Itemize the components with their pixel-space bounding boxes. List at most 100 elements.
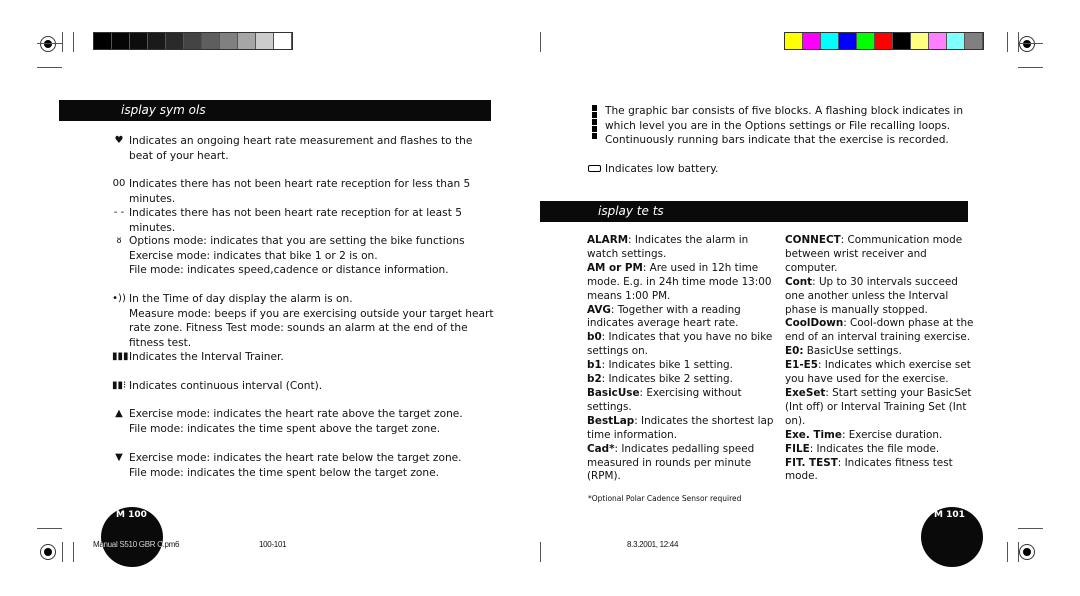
gray-swatch (220, 33, 238, 49)
battery-icon (588, 165, 601, 172)
display-text-entry: BestLap: Indicates the shortest lap time… (587, 415, 777, 443)
definition: : Indicates bike 2 setting. (601, 373, 733, 386)
definition: : Indicates the file mode. (809, 442, 940, 455)
registration-mark-icon (40, 544, 56, 560)
display-texts-column-1: ALARM: Indicates the alarm in watch sett… (587, 234, 777, 484)
symbol-description: Indicates there has not been heart rate … (129, 207, 462, 234)
term: ALARM (587, 234, 629, 246)
symbol-entry: ᴕ Options mode: indicates that you are se… (112, 234, 497, 278)
display-text-entry: Cad*: Indicates pedalling speed measured… (587, 443, 777, 485)
definition: BasicUse settings. (803, 345, 902, 358)
symbol-entry: - - Indicates there has not been heart ra… (112, 206, 497, 235)
display-text-entry: b1: Indicates bike 1 setting. (587, 359, 777, 373)
display-text-entry: E0: BasicUse settings. (785, 345, 975, 359)
term: BasicUse (587, 386, 640, 399)
color-swatch (857, 33, 875, 49)
display-text-entry: AM or PM: Are used in 12h time mode. E.g… (587, 262, 777, 304)
display-text-entry: CoolDown: Cool-down phase at the end of … (785, 317, 975, 345)
symbol-entry: 00 Indicates there has not been heart rat… (112, 177, 497, 206)
term: Exe. Time (785, 428, 842, 441)
graphic-bar-text: The graphic bar consists of five blocks.… (605, 105, 964, 146)
section-heading-bar: isplay sym ols (59, 100, 491, 121)
display-text-entry: Exe. Time: Exercise duration. (785, 429, 975, 443)
symbol-description: Indicates there has not been heart rate … (129, 178, 471, 205)
term: b0 (587, 331, 602, 344)
term: Cont (785, 275, 813, 288)
color-swatch (965, 33, 983, 49)
term: CoolDown (785, 317, 844, 330)
color-swatch (893, 33, 911, 49)
term: FILE (785, 442, 810, 455)
term: E0: (785, 345, 804, 358)
term: AVG (587, 303, 611, 316)
term: E1-E5 (785, 359, 818, 372)
term: BestLap (587, 414, 635, 427)
display-text-entry: AVG: Together with a reading indicates a… (587, 304, 777, 332)
registration-mark-icon (1019, 36, 1035, 52)
dashes-icon: - - (113, 207, 125, 218)
manual-spread: isplay sym ols ♥ Indicates an ongoing hea… (0, 0, 1080, 596)
display-text-entry: FILE: Indicates the file mode. (785, 443, 975, 457)
symbol-entry: ♥ Indicates an ongoing heart rate measure… (112, 134, 497, 163)
symbol-description: Options mode: indicates that you are set… (129, 235, 465, 276)
symbol-entry: •)) In the Time of day display the alarm … (112, 292, 497, 350)
symbol-entry: ▼ Exercise mode: indicates the heart rate… (112, 451, 497, 480)
section-heading: isplay sym ols (121, 103, 206, 117)
term: AM or PM (587, 261, 643, 274)
arrow-down-icon: ▼ (115, 452, 123, 463)
color-swatch (911, 33, 929, 49)
gray-swatch (130, 33, 148, 49)
gray-swatch (166, 33, 184, 49)
display-text-entry: FIT. TEST: Indicates fitness test mode. (785, 457, 975, 485)
footnote: *Optional Polar Cadence Sensor required (588, 494, 742, 503)
color-swatch (839, 33, 857, 49)
graphic-bar-icon (592, 105, 598, 139)
registration-mark-icon (40, 36, 56, 52)
color-swatch (821, 33, 839, 49)
gray-swatch (202, 33, 220, 49)
display-text-entry: b2: Indicates bike 2 setting. (587, 373, 777, 387)
gray-swatch (148, 33, 166, 49)
footer-pages: 100-101 (259, 540, 287, 549)
definition: : Exercise duration. (841, 428, 943, 441)
battery-text: Indicates low battery. (605, 163, 719, 175)
symbol-description: Exercise mode: indicates the heart rate … (129, 408, 463, 435)
display-text-entry: Cont: Up to 30 intervals succeed one ano… (785, 276, 975, 318)
definition: : Indicates that you have no bike settin… (587, 331, 773, 358)
gray-swatch (274, 33, 292, 49)
gray-swatch (184, 33, 202, 49)
gray-swatch (256, 33, 274, 49)
color-swatch (785, 33, 803, 49)
color-bar-swatches (784, 32, 984, 50)
symbol-description: In the Time of day display the alarm is … (129, 293, 494, 349)
bike-icon: ᴕ (116, 235, 122, 246)
symbol-entry: ▮▮⁝ Indicates continuous interval (Cont). (112, 379, 497, 394)
symbol-description: Indicates an ongoing heart rate measurem… (129, 135, 473, 162)
term: FIT. TEST (785, 456, 838, 469)
heart-icon: ♥ (114, 135, 124, 146)
section-heading: isplay te ts (598, 204, 664, 218)
gray-swatch (112, 33, 130, 49)
footer-date: 8.3.2001, 12:44 (627, 540, 679, 549)
display-text-entry: E1-E5: Indicates which exercise set you … (785, 359, 975, 387)
display-text-entry: CONNECT: Communication mode between wris… (785, 234, 975, 276)
interval-trainer-icon: ▮▮▮ (112, 351, 129, 362)
symbol-entry: ▲ Exercise mode: indicates the heart rate… (112, 407, 497, 436)
color-swatch (929, 33, 947, 49)
display-text-entry: b0: Indicates that you have no bike sett… (587, 331, 777, 359)
term: ExeSet (785, 386, 826, 399)
symbol-entry: ▮▮▮ Indicates the Interval Trainer. (112, 350, 497, 365)
term: b1 (587, 359, 602, 372)
gray-swatch (238, 33, 256, 49)
symbol-description: Indicates continuous interval (Cont). (129, 380, 323, 392)
term: Cad* (587, 442, 615, 455)
page-number: M 100 (116, 510, 147, 520)
color-swatch (875, 33, 893, 49)
symbol-description: Indicates the Interval Trainer. (129, 351, 284, 363)
arrow-up-icon: ▲ (115, 408, 123, 419)
section-heading-bar: isplay te ts (540, 201, 968, 222)
alarm-icon: •)) (112, 293, 126, 304)
footer-filename: Manual S510 GBR C.pm6 (93, 540, 180, 549)
display-text-entry: ExeSet: Start setting your BasicSet (Int… (785, 387, 975, 429)
display-text-entry: ALARM: Indicates the alarm in watch sett… (587, 234, 777, 262)
